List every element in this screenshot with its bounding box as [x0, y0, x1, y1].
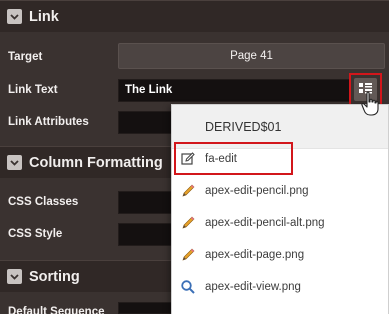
popup-item-label: apex-edit-page.png: [205, 249, 305, 261]
target-button[interactable]: Page 41: [118, 43, 385, 69]
section-title-column-formatting: Column Formatting: [29, 154, 163, 171]
list-of-values-popup: DERIVED$01 fa-edit apex-edit-pencil.png: [171, 104, 389, 314]
popup-item-label: apex-edit-view.png: [205, 281, 301, 293]
popup-item-label: apex-edit-pencil-alt.png: [205, 217, 325, 229]
link-text-input[interactable]: The Link: [118, 79, 351, 102]
highlight-box: [174, 142, 293, 175]
css-classes-label: CSS Classes: [8, 196, 79, 208]
default-sequence-select[interactable]: [118, 302, 173, 314]
popup-item-label: apex-edit-pencil.png: [205, 185, 309, 197]
popup-item-apex-edit-view[interactable]: apex-edit-view.png: [172, 272, 388, 302]
pencil-icon: [180, 183, 196, 199]
pencil-icon: [180, 247, 196, 263]
section-header-link[interactable]: Link: [0, 0, 389, 32]
link-attributes-label: Link Attributes: [8, 116, 89, 128]
pencil-icon: [180, 215, 196, 231]
css-style-input[interactable]: [118, 223, 173, 246]
popup-item-apex-edit-pencil-alt[interactable]: apex-edit-pencil-alt.png: [172, 208, 388, 238]
chevron-down-icon[interactable]: [7, 9, 22, 24]
chevron-down-icon[interactable]: [7, 269, 22, 284]
popup-item-apex-edit-page[interactable]: apex-edit-page.png: [172, 240, 388, 270]
popup-item-apex-edit-pencil[interactable]: apex-edit-pencil.png: [172, 176, 388, 206]
default-sequence-label: Default Sequence: [8, 306, 105, 314]
chevron-down-icon[interactable]: [7, 155, 22, 170]
popup-header-label: DERIVED$01: [205, 119, 282, 134]
section-title-sorting: Sorting: [29, 268, 80, 285]
target-button-label: Page 41: [230, 50, 273, 62]
magnifier-icon: [180, 279, 196, 295]
css-style-label: CSS Style: [8, 228, 63, 240]
section-title-link: Link: [29, 8, 59, 25]
link-attributes-input[interactable]: [118, 111, 173, 134]
link-text-label: Link Text: [8, 84, 58, 96]
hand-cursor-icon: [361, 91, 379, 116]
css-classes-input[interactable]: [118, 191, 173, 214]
target-label: Target: [8, 51, 43, 63]
